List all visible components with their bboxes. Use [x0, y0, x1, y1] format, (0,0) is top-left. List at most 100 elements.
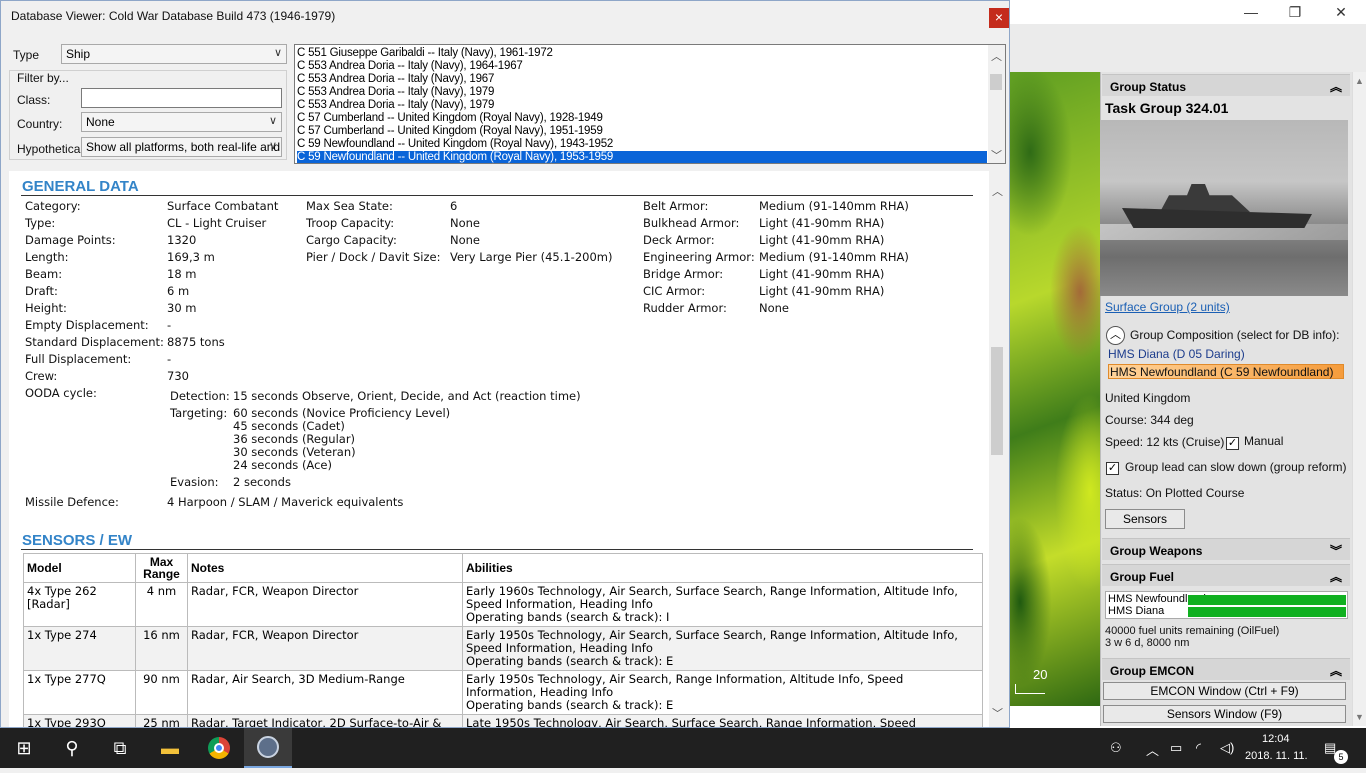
map-view[interactable]	[1010, 72, 1100, 706]
scroll-thumb[interactable]	[991, 347, 1003, 455]
cell-model: 1x Type 277Q	[23, 670, 136, 715]
ship-item-diana[interactable]: HMS Diana (D 05 Daring)	[1108, 347, 1245, 361]
platform-list-scrollbar[interactable]: ︿ ﹀	[988, 45, 1005, 163]
chevron-down-icon[interactable]: ﹀	[991, 147, 1002, 163]
country-select[interactable]: None ∨	[81, 112, 282, 132]
clock-time[interactable]: 12:04	[1262, 733, 1290, 745]
cell-range: 25 nm	[135, 714, 188, 727]
file-explorer-icon[interactable]: ▬	[146, 728, 194, 768]
field-label: Height:	[25, 301, 67, 315]
list-item[interactable]: C 553 Andrea Doria -- Italy (Navy), 1979	[297, 99, 987, 112]
surface-group-link[interactable]: Surface Group (2 units)	[1105, 300, 1230, 314]
field-label: Crew:	[25, 369, 58, 383]
chevron-down-icon: ∨	[268, 115, 277, 127]
collapse-icon[interactable]: ︽	[1330, 568, 1342, 585]
slow-down-checkbox[interactable]: ✓	[1106, 462, 1119, 475]
collapse-icon[interactable]: ︽	[1330, 662, 1342, 679]
field-label: Draft:	[25, 284, 58, 298]
section-divider	[21, 195, 973, 196]
collapse-icon[interactable]: ︽	[1330, 78, 1342, 95]
scroll-thumb[interactable]	[990, 74, 1002, 90]
command-app-icon[interactable]	[244, 728, 292, 768]
dialog-title: Database Viewer: Cold War Database Build…	[11, 9, 336, 23]
class-input[interactable]	[81, 88, 282, 108]
list-item[interactable]: C 553 Andrea Doria -- Italy (Navy), 1967	[297, 73, 987, 86]
sensors-button[interactable]: Sensors	[1105, 509, 1185, 529]
minimize-button[interactable]: —	[1228, 2, 1274, 22]
chrome-icon[interactable]	[195, 728, 243, 768]
list-item[interactable]: C 551 Giuseppe Garibaldi -- Italy (Navy)…	[297, 47, 987, 60]
fuel-row-label: HMS Diana	[1108, 605, 1165, 617]
chevron-up-icon[interactable]: ︿	[991, 48, 1002, 64]
hypothetical-select[interactable]: Show all platforms, both real-life and h…	[81, 137, 282, 157]
restore-button[interactable]: ❐	[1272, 2, 1318, 22]
list-item[interactable]: C 59 Newfoundland -- United Kingdom (Roy…	[297, 138, 987, 151]
battery-icon[interactable]: ▭	[1170, 740, 1182, 756]
manual-checkbox[interactable]: ✓	[1226, 437, 1239, 450]
table-row: 4x Type 262 [Radar] 4 nm Radar, FCR, Weapo…	[23, 582, 983, 627]
scroll-down-icon[interactable]: ▼	[1355, 712, 1364, 722]
task-view-icon[interactable]: ⧉	[96, 728, 144, 768]
group-fuel-header[interactable]: Group Fuel ︽	[1102, 564, 1350, 586]
people-icon[interactable]: ⚇	[1110, 740, 1122, 756]
field-label: CIC Armor:	[643, 284, 706, 298]
volume-icon[interactable]: ◁)	[1220, 740, 1234, 756]
missile-defence-value: 4 Harpoon / SLAM / Maverick equivalents	[167, 495, 404, 509]
table-row: 1x Type 293Q 25 nm Radar, Target Indicator…	[23, 714, 983, 727]
list-item[interactable]: C 57 Cumberland -- United Kingdom (Royal…	[297, 125, 987, 138]
map-scale-label: 20	[1033, 667, 1048, 682]
window-close-button[interactable]: ✕	[1318, 2, 1364, 22]
sensors-window-button[interactable]: Sensors Window (F9)	[1103, 705, 1346, 723]
chevron-down-icon: ∨	[268, 140, 277, 152]
ship-hull	[1122, 208, 1312, 228]
fuel-bar	[1188, 607, 1346, 617]
list-item-selected[interactable]: C 59 Newfoundland -- United Kingdom (Roy…	[297, 151, 987, 163]
field-value: -	[167, 352, 172, 366]
scroll-up-icon[interactable]: ▲	[1355, 76, 1364, 86]
field-value: 6 m	[167, 284, 190, 298]
col-abilities: Abilities	[462, 553, 983, 583]
filter-label: Filter by...	[15, 71, 71, 85]
field-value: None	[759, 301, 790, 315]
fuel-bar	[1188, 595, 1346, 605]
group-status-header[interactable]: Group Status ︽	[1102, 74, 1350, 96]
country-label: Country:	[17, 117, 63, 131]
field-label: Empty Displacement:	[25, 318, 149, 332]
targeting-label: Targeting:	[170, 406, 228, 420]
list-item[interactable]: C 57 Cumberland -- United Kingdom (Royal…	[297, 112, 987, 125]
missile-defence-label: Missile Defence:	[25, 495, 119, 509]
details-scrollbar[interactable]: ︿ ﹀	[989, 171, 1006, 727]
slow-down-label: Group lead can slow down (group reform)	[1125, 460, 1347, 474]
emcon-window-button[interactable]: EMCON Window (Ctrl + F9)	[1103, 682, 1346, 700]
dialog-close-button[interactable]: ×	[989, 8, 1009, 28]
type-label: Type	[13, 48, 40, 62]
chevron-down-icon[interactable]: ﹀	[992, 705, 1003, 721]
col-range: Max Range	[135, 553, 188, 583]
chevron-down-icon: ∨	[273, 47, 282, 59]
collapse-composition-button[interactable]: ︿	[1106, 326, 1125, 345]
chevron-up-icon[interactable]: ︿	[1146, 740, 1159, 759]
targeting-value: 30 seconds (Veteran)	[233, 445, 356, 459]
group-emcon-header[interactable]: Group EMCON ︽	[1102, 658, 1350, 680]
field-label: Engineering Armor:	[643, 250, 755, 264]
ship-item-newfoundland[interactable]: HMS Newfoundland (C 59 Newfoundland)	[1108, 364, 1344, 379]
panel-scrollbar[interactable]: ▲ ▼	[1352, 72, 1366, 726]
expand-icon[interactable]: ︾	[1330, 542, 1342, 559]
app-titlebar: — ❐ ✕	[1010, 0, 1366, 24]
field-label: Belt Armor:	[643, 199, 709, 213]
general-data-title: GENERAL DATA	[22, 178, 139, 195]
chevron-up-icon[interactable]: ︿	[992, 183, 1003, 199]
list-item[interactable]: C 553 Andrea Doria -- Italy (Navy), 1964…	[297, 60, 987, 73]
clock-date[interactable]: 2018. 11. 11.	[1245, 750, 1308, 762]
notification-badge: 5	[1334, 750, 1348, 764]
field-label: Deck Armor:	[643, 233, 715, 247]
wifi-icon[interactable]: ◜	[1196, 740, 1201, 756]
windows-start-icon[interactable]: ⊞	[0, 728, 48, 768]
cell-range: 90 nm	[135, 670, 188, 715]
type-select[interactable]: Ship ∨	[61, 44, 287, 64]
field-label: Damage Points:	[25, 233, 116, 247]
list-item[interactable]: C 553 Andrea Doria -- Italy (Navy), 1979	[297, 86, 987, 99]
platform-list[interactable]: C 551 Giuseppe Garibaldi -- Italy (Navy)…	[294, 44, 1006, 164]
group-weapons-header[interactable]: Group Weapons ︾	[1102, 538, 1350, 560]
search-icon[interactable]: ⚲	[48, 728, 96, 768]
